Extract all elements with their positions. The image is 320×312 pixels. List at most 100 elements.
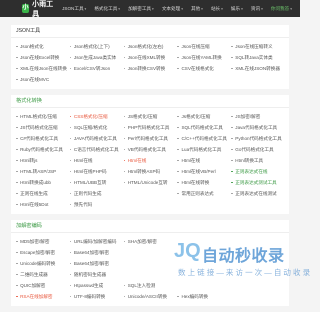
watermark: JQ 自动秒收录 数 上 链 接 — 来 访 一 次 — 自 动 收 录 [174, 238, 310, 294]
tool-link[interactable]: HTML格式化/压缩 [16, 111, 70, 122]
tool-link[interactable]: C#代码格式化工具 [16, 133, 70, 144]
empty-cell [124, 269, 178, 280]
tool-link[interactable]: Excel/CSV转Json [69, 63, 124, 74]
tool-link[interactable]: SQL注入检测 [123, 280, 178, 291]
tool-link[interactable]: Html在线VB/Perl [177, 166, 231, 177]
tool-link[interactable]: Unicode编码转换 [16, 258, 70, 269]
nav-item[interactable]: 站长 ▾ [211, 6, 223, 12]
tool-link[interactable]: SHA加密/解密 [123, 236, 178, 247]
bullet-icon [123, 170, 126, 173]
tool-link[interactable]: CSV在线格式化 [177, 63, 231, 74]
tool-link[interactable]: URL编码/加解密编码 [69, 236, 124, 247]
tool-link[interactable]: Base64加密/解密 [69, 247, 124, 258]
tool-link[interactable]: Java代码格式化工具 [231, 122, 285, 133]
tool-link[interactable]: Html在线转换 [177, 177, 231, 188]
tool-link-label: Lua代码格式化工具 [181, 147, 222, 152]
tool-link[interactable]: Html转js [16, 155, 70, 166]
tool-link[interactable]: SQL转Java实体类 [231, 52, 285, 63]
tool-link[interactable]: SQL压缩/格式化 [69, 122, 124, 133]
tool-link[interactable]: Json在线XML转换 [123, 52, 178, 63]
tool-link[interactable]: 正则表达式在线 [231, 166, 285, 177]
tool-link[interactable]: Html转换ASP码 [123, 166, 178, 177]
tool-link[interactable]: Unicode/ASCII转换 [123, 291, 178, 302]
tool-link[interactable]: Json转换CSV转换 [123, 63, 178, 74]
tool-link-label: QUIC加解密 [20, 283, 46, 288]
tool-link[interactable]: 正则代码生成 [69, 188, 124, 199]
tool-link[interactable]: Json格式化(上下) [69, 41, 124, 52]
tool-link[interactable]: PHP代码格式化工具 [123, 122, 178, 133]
nav-item[interactable]: JSON工具 ▾ [62, 6, 86, 12]
tool-link[interactable]: Go代码格式化工具 [231, 144, 285, 155]
tool-link[interactable]: Escape加密/解密 [16, 247, 70, 258]
tool-link[interactable]: Html转换工具 [231, 155, 285, 166]
tool-link[interactable]: QUIC加解密 [16, 280, 70, 291]
nav-item[interactable]: 文本处理 ▾ [162, 6, 183, 12]
nav-item[interactable]: 你问我答 ▾ [271, 6, 292, 12]
tool-link[interactable]: Lua代码格式化工具 [177, 144, 231, 155]
tool-link[interactable]: SQL代码格式化工具 [177, 122, 231, 133]
tool-link[interactable]: MD5加密/解密 [16, 236, 70, 247]
tool-link[interactable]: HTML/Unicode互转 [123, 177, 178, 188]
tool-link[interactable]: JAVA代码格式化工具 [69, 133, 124, 144]
tool-link[interactable]: Ruby代码格式化工具 [16, 144, 70, 155]
tool-link[interactable]: 随机密码生成器 [69, 269, 124, 280]
nav-item[interactable]: 资讯 ▾ [251, 6, 263, 12]
tool-link[interactable]: 正则表达式在线测试 [231, 188, 285, 199]
bullet-icon [123, 67, 126, 70]
site-logo[interactable]: 小 小雨工具 [22, 0, 54, 19]
tool-link[interactable]: HTML/UBB互转 [69, 177, 124, 188]
tool-link[interactable]: XML在线Json在线转换 [16, 63, 70, 74]
bullet-icon [69, 181, 72, 184]
tool-link[interactable]: Json生成Java类实体 [69, 52, 124, 63]
tool-link[interactable]: UTF-8编码转换 [69, 291, 124, 302]
tool-link[interactable]: 正则表达式测试工具 [231, 177, 285, 188]
tool-grid: HTML格式化/压缩 CSS格式化/压缩 JS格式化/压缩 Js格式化/压缩 JS加密/… [11, 108, 289, 214]
tool-link[interactable]: CSS格式化/压缩 [69, 111, 124, 122]
top-navigation-bar: 小 小雨工具 JSON工具 ▾ 格式化工具 ▾ 加解密工具 ▾ 文本处理 ▾ 其他 ▾ 站长 ▾ 娱乐 ▾… [0, 0, 300, 19]
tool-link[interactable]: Json在线压缩转义 [231, 41, 285, 52]
bullet-icon [177, 45, 179, 48]
chevron-down-icon: ▾ [261, 6, 263, 11]
tool-link[interactable]: 预先代码 [69, 199, 124, 210]
tool-link[interactable]: Json格式化(左右) [123, 41, 178, 52]
tool-link[interactable]: Html转换成ubb [16, 177, 70, 188]
tool-link-label: JS加密/解密 [235, 114, 261, 119]
tool-link[interactable]: Json在线Excel转换 [16, 52, 70, 63]
tool-link[interactable]: Html在线 [69, 155, 124, 166]
tool-link[interactable]: VB代码格式化工具 [123, 144, 178, 155]
tool-link[interactable]: Json在线MVC [16, 74, 70, 85]
tool-link[interactable]: Perl代码格式化工具 [123, 133, 178, 144]
tool-link[interactable]: JS加密/解密 [231, 111, 285, 122]
tool-link[interactable]: Js格式化/压缩 [177, 111, 231, 122]
tool-link[interactable]: HTML转ASP/JSP [16, 166, 70, 177]
chevron-down-icon: ▾ [118, 6, 121, 11]
tool-link[interactable]: Base64加密/解密 [69, 258, 124, 269]
tool-link[interactable]: 二维码生成器 [16, 269, 70, 280]
tool-link[interactable]: JS代码格式化压缩 [16, 122, 70, 133]
tool-link[interactable]: Htpasswd生成 [69, 280, 124, 291]
tool-link[interactable]: Html在线5Dot [16, 199, 70, 210]
chevron-down-icon: ▾ [241, 6, 243, 11]
tool-link[interactable]: C语言代码格式化工具 [69, 144, 124, 155]
tool-link[interactable]: 正则在线生成 [16, 188, 70, 199]
tool-link[interactable]: Html在线PHP码 [69, 166, 124, 177]
tool-link[interactable]: Python代码格式化工具 [231, 133, 285, 144]
section-title: JSON工具 [11, 25, 289, 38]
nav-item[interactable]: 格式化工具 ▾ [94, 6, 120, 12]
tool-link[interactable]: RSA在线加解密 [16, 291, 70, 302]
tool-link[interactable]: Html在线 [177, 155, 231, 166]
nav-item[interactable]: 其他 ▾ [191, 6, 203, 12]
tool-link[interactable]: Json在线压缩 [177, 41, 231, 52]
tool-link[interactable]: C/C++代码格式化工具 [177, 133, 231, 144]
nav-item[interactable]: 加解密工具 ▾ [128, 6, 154, 12]
tool-link[interactable]: Html在线 [123, 155, 178, 166]
tool-link-label: Html在线 [127, 158, 147, 163]
tool-link[interactable]: JS格式化/压缩 [123, 111, 178, 122]
bullet-icon [123, 56, 126, 59]
tool-link[interactable]: Json格式化 [16, 41, 70, 52]
nav-item[interactable]: 娱乐 ▾ [231, 6, 243, 12]
bullet-icon [69, 126, 72, 129]
tool-link[interactable]: Json在线YAML转换 [177, 52, 231, 63]
tool-link[interactable]: 常用正则表达式 [177, 188, 231, 199]
tool-link[interactable]: XML在线JSON转换器 [231, 63, 285, 74]
